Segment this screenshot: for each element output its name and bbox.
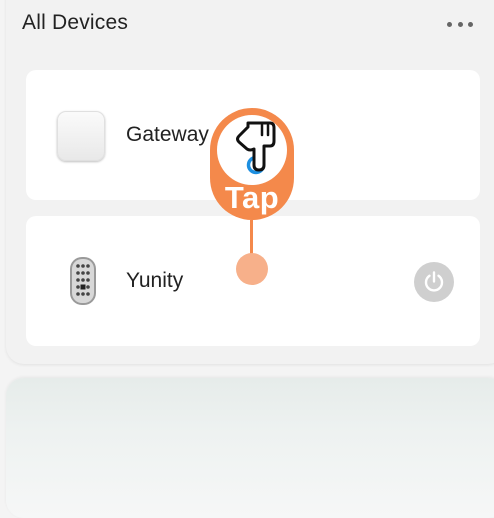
more-dots-icon[interactable] [447, 16, 473, 32]
tap-hand-icon [236, 121, 276, 175]
device-name-yunity: Yunity [126, 269, 184, 292]
tap-pointer-line [250, 220, 253, 256]
tap-target-dot [236, 253, 268, 285]
tap-label: Tap [224, 180, 280, 215]
tap-badge: Tap [210, 108, 294, 220]
smart-lock-icon [70, 257, 96, 305]
tap-indicator: Tap [210, 108, 294, 286]
gateway-icon [57, 111, 105, 161]
power-icon [424, 271, 444, 292]
device-name-gateway: Gateway [126, 123, 209, 146]
power-button[interactable] [414, 262, 454, 302]
page-title: All Devices [22, 11, 129, 34]
next-section-card [6, 378, 494, 518]
